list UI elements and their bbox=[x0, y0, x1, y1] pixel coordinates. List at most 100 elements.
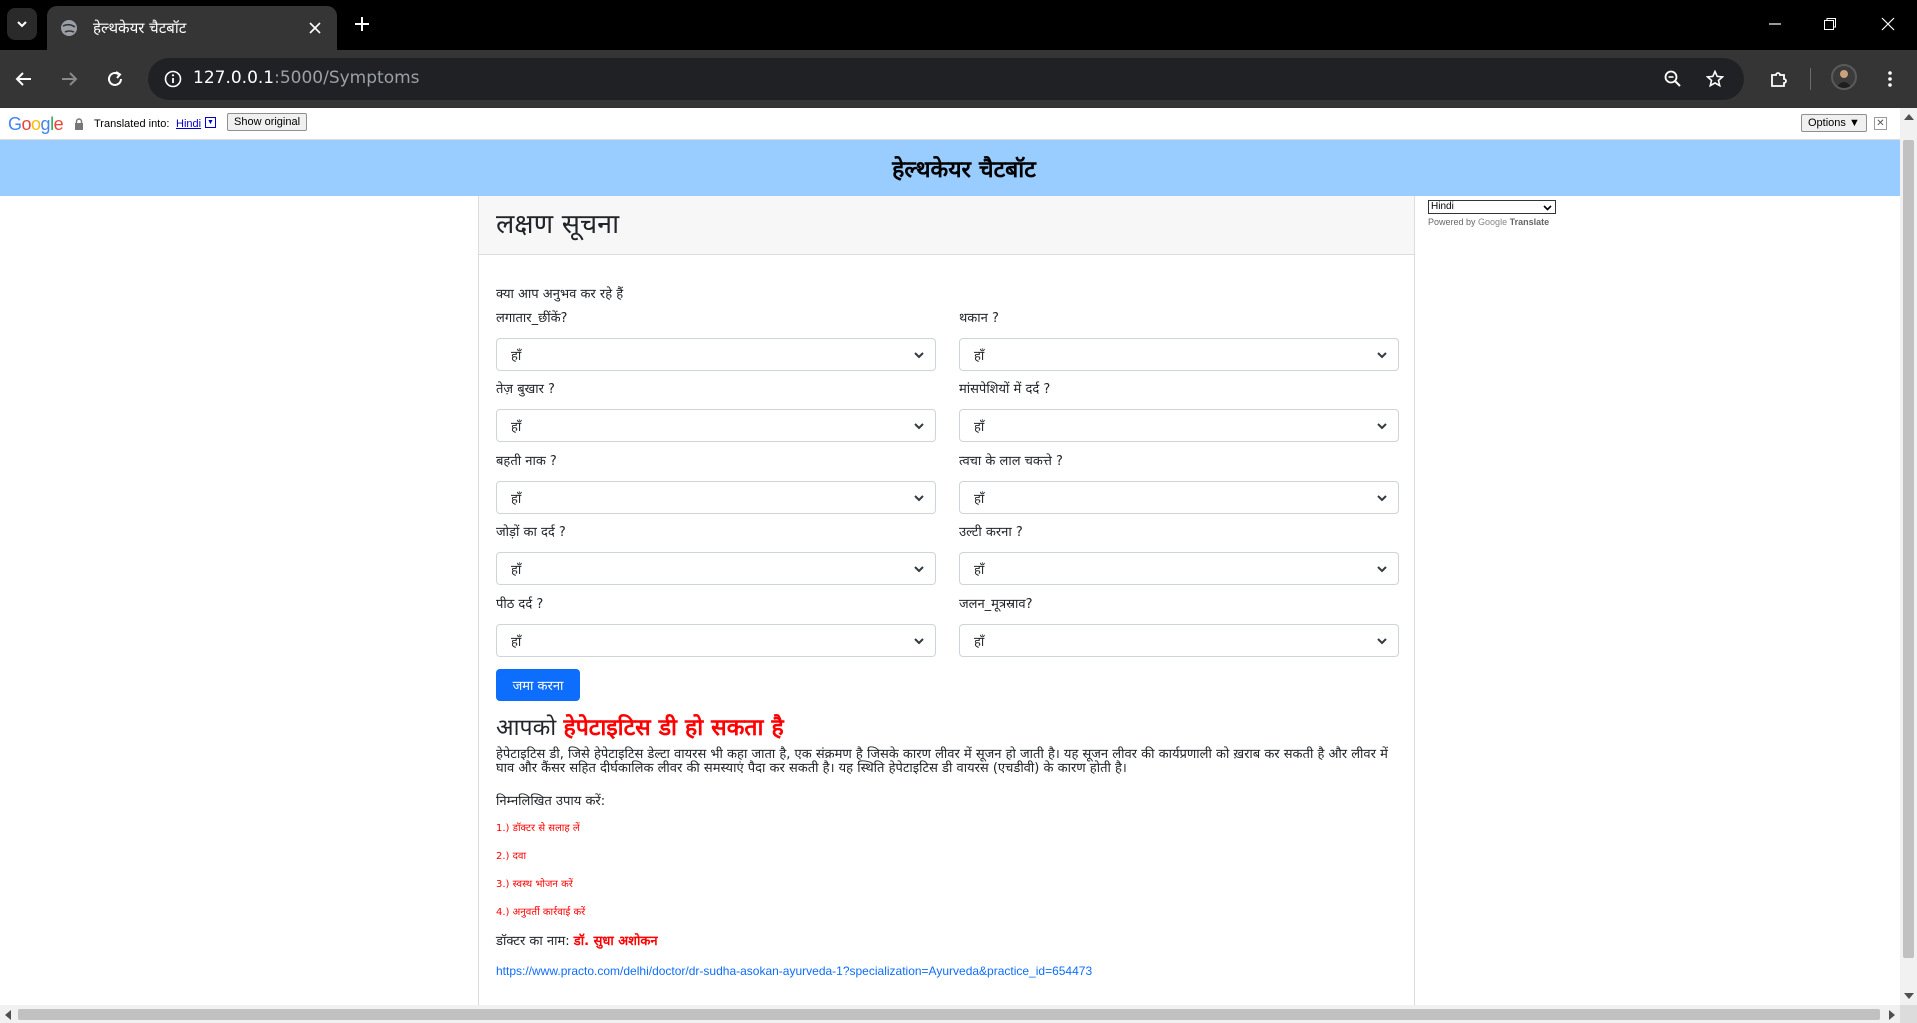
diagnosis-prefix: आपको bbox=[496, 715, 557, 741]
card-title: लक्षण सूचना bbox=[496, 209, 620, 240]
reload-button[interactable] bbox=[99, 63, 131, 95]
scroll-right-arrow-icon[interactable] bbox=[1889, 1010, 1895, 1020]
new-tab-button[interactable] bbox=[348, 10, 376, 38]
select-value: हाँ bbox=[974, 348, 985, 364]
symptom-select[interactable]: हाँ bbox=[959, 481, 1399, 514]
star-icon bbox=[1706, 70, 1724, 88]
google-wordmark: Google bbox=[1478, 217, 1508, 227]
browser-toolbar: 127.0.0.1:5000/Symptoms bbox=[0, 50, 1917, 108]
toolbar-divider bbox=[1810, 68, 1811, 90]
lock-icon bbox=[75, 118, 83, 130]
symptom-select[interactable]: हाँ bbox=[959, 624, 1399, 657]
dropdown-triangle-icon: ▼ bbox=[207, 119, 214, 126]
plus-icon bbox=[355, 17, 369, 31]
more-vertical-icon bbox=[1888, 71, 1892, 87]
chevron-down-icon bbox=[914, 566, 924, 573]
show-original-button[interactable]: Show original bbox=[227, 113, 308, 131]
puzzle-icon bbox=[1771, 72, 1787, 87]
url-path: :5000/Symptoms bbox=[274, 68, 420, 88]
google-logo: Google bbox=[8, 114, 64, 134]
symptom-label: पीठ दर्द ? bbox=[496, 597, 544, 612]
arrow-left-icon bbox=[15, 72, 31, 86]
back-button[interactable] bbox=[8, 63, 40, 95]
browser-tab[interactable]: हेल्थकेयर चैटबॉट bbox=[47, 6, 337, 50]
symptom-field: तेज़ बुखार ? हाँ bbox=[496, 379, 936, 442]
translate-bar-close-button[interactable]: ✕ bbox=[1874, 117, 1887, 130]
translated-into-label: Translated into: bbox=[94, 118, 170, 130]
symptom-label: बहती नाक ? bbox=[496, 454, 557, 469]
symptom-field: पीठ दर्द ? हाँ bbox=[496, 594, 936, 657]
chevron-down-icon bbox=[1377, 566, 1387, 573]
chevron-down-icon bbox=[914, 423, 924, 430]
card-header: लक्षण सूचना bbox=[479, 196, 1414, 255]
chevron-down-icon bbox=[1377, 352, 1387, 359]
close-icon bbox=[309, 22, 321, 34]
arrow-right-icon bbox=[62, 72, 78, 86]
language-select-value: Hindi bbox=[1431, 201, 1454, 212]
symptom-select[interactable]: हाँ bbox=[959, 552, 1399, 585]
scroll-down-arrow-icon[interactable] bbox=[1904, 993, 1914, 999]
symptom-field: त्वचा के लाल चकत्ते ? हाँ bbox=[959, 451, 1399, 514]
symptom-label: त्वचा के लाल चकत्ते ? bbox=[959, 454, 1063, 469]
select-value: हाँ bbox=[974, 491, 985, 507]
language-select[interactable]: Hindi bbox=[1428, 200, 1556, 214]
symptom-question: क्या आप अनुभव कर रहे हैं bbox=[496, 287, 624, 302]
symptom-field: उल्टी करना ? हाँ bbox=[959, 522, 1399, 585]
diagnosis-disease: हेपेटाइटिस डी हो सकता है bbox=[563, 715, 784, 741]
symptom-label: थकान ? bbox=[959, 311, 999, 326]
minimize-button[interactable] bbox=[1752, 8, 1798, 40]
site-title: हेल्थकेयर चैटबॉट bbox=[892, 157, 1036, 183]
symptom-select[interactable]: हाँ bbox=[496, 338, 936, 371]
close-icon bbox=[1881, 17, 1895, 31]
symptom-select[interactable]: हाँ bbox=[959, 409, 1399, 442]
user-icon bbox=[1836, 70, 1852, 88]
site-header: हेल्थकेयर चैटबॉट bbox=[0, 140, 1900, 196]
tab-close-button[interactable] bbox=[303, 16, 327, 40]
restore-icon bbox=[1824, 18, 1836, 30]
close-window-button[interactable] bbox=[1865, 8, 1911, 40]
info-icon bbox=[164, 70, 182, 88]
site-info-button[interactable] bbox=[158, 64, 188, 94]
address-bar[interactable]: 127.0.0.1:5000/Symptoms bbox=[148, 58, 1744, 100]
symptom-select[interactable]: हाँ bbox=[496, 409, 936, 442]
browser-menu-button[interactable] bbox=[1874, 63, 1906, 95]
select-value: हाँ bbox=[511, 348, 522, 364]
doctor-profile-link[interactable]: https://www.practo.com/delhi/doctor/dr-s… bbox=[496, 964, 1092, 978]
scroll-up-arrow-icon[interactable] bbox=[1904, 114, 1914, 120]
symptom-select[interactable]: हाँ bbox=[496, 552, 936, 585]
select-value: हाँ bbox=[511, 491, 522, 507]
symptom-select[interactable]: हाँ bbox=[496, 481, 936, 514]
restore-button[interactable] bbox=[1807, 8, 1853, 40]
vertical-scrollbar[interactable] bbox=[1900, 108, 1917, 1005]
zoom-button[interactable] bbox=[1658, 64, 1688, 94]
symptom-select[interactable]: हाँ bbox=[959, 338, 1399, 371]
symptom-field: थकान ? हाँ bbox=[959, 308, 1399, 371]
powered-by-label: Powered by bbox=[1428, 217, 1476, 227]
chevron-down-icon bbox=[1377, 423, 1387, 430]
browser-tab-bar: हेल्थकेयर चैटबॉट bbox=[0, 0, 1917, 50]
globe-icon bbox=[61, 20, 77, 36]
horizontal-scrollbar[interactable] bbox=[0, 1005, 1900, 1023]
select-value: हाँ bbox=[511, 634, 522, 650]
horizontal-scroll-thumb[interactable] bbox=[18, 1009, 1880, 1020]
select-value: हाँ bbox=[511, 562, 522, 578]
remedy-item: 3.) स्वस्थ भोजन करें bbox=[496, 879, 573, 890]
chevron-down-icon bbox=[914, 638, 924, 645]
profile-avatar[interactable] bbox=[1831, 64, 1857, 90]
submit-button[interactable]: जमा करना bbox=[496, 669, 580, 701]
forward-button[interactable] bbox=[53, 63, 85, 95]
tab-search-button[interactable] bbox=[7, 8, 37, 40]
scroll-left-arrow-icon[interactable] bbox=[5, 1010, 11, 1020]
extensions-button[interactable] bbox=[1763, 63, 1795, 95]
bookmark-button[interactable] bbox=[1700, 64, 1730, 94]
translate-language-link[interactable]: Hindi bbox=[176, 118, 201, 130]
symptom-label: मांसपेशियों में दर्द ? bbox=[959, 382, 1051, 397]
symptom-select[interactable]: हाँ bbox=[496, 624, 936, 657]
symptom-field: जोड़ों का दर्द ? हाँ bbox=[496, 522, 936, 585]
language-dropdown-button[interactable]: ▼ bbox=[205, 117, 216, 128]
symptom-field: लगातार_छींकें? हाँ bbox=[496, 308, 936, 371]
disease-description: हेपेटाइटिस डी, जिसे हेपेटाइटिस डेल्टा वा… bbox=[496, 747, 1388, 776]
translate-options-button[interactable]: Options ▼ bbox=[1801, 114, 1867, 132]
translate-label[interactable]: Translate bbox=[1510, 217, 1550, 227]
vertical-scroll-thumb[interactable] bbox=[1903, 140, 1914, 958]
